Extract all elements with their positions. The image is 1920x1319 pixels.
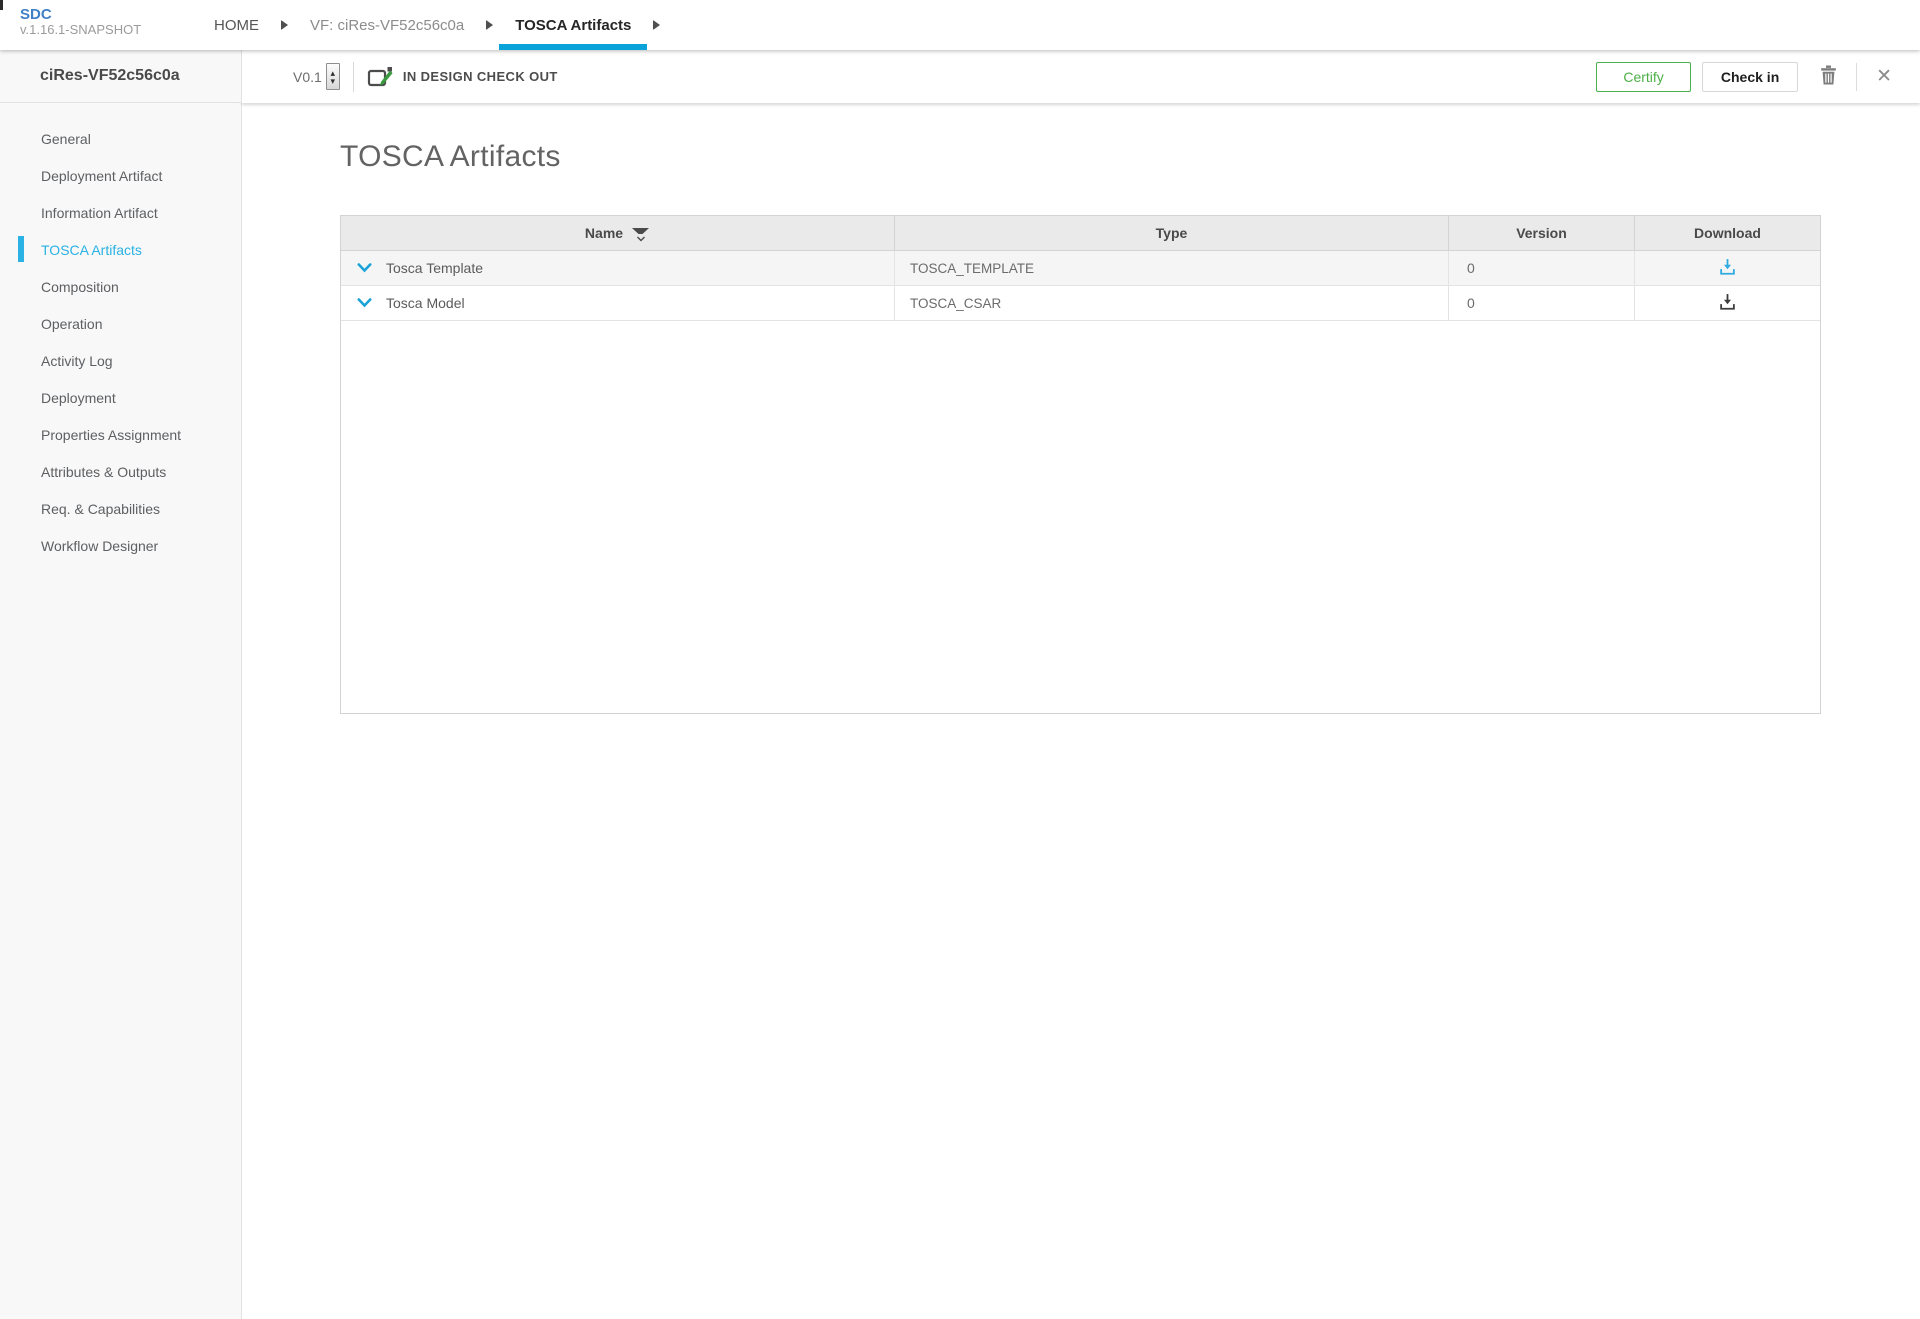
sidebar-item-workflow-designer[interactable]: Workflow Designer — [0, 527, 241, 564]
app-logo: SDC v.1.16.1-SNAPSHOT — [20, 6, 141, 38]
checkout-pencil-icon — [367, 65, 394, 89]
breadcrumb-home[interactable]: HOME — [198, 0, 275, 50]
artifact-type: TOSCA_TEMPLATE — [895, 251, 1449, 286]
sidebar-item-general[interactable]: General — [0, 120, 241, 157]
breadcrumb-tosca-artifacts[interactable]: TOSCA Artifacts — [499, 0, 647, 50]
breadcrumb-separator-icon — [653, 20, 660, 30]
sidebar-item-activity-log[interactable]: Activity Log — [0, 342, 241, 379]
sidebar-header: ciRes-VF52c56c0a — [0, 50, 242, 103]
version-label: V0.1 — [293, 69, 322, 85]
breadcrumb-separator-icon — [281, 20, 288, 30]
app-name: SDC — [20, 6, 141, 23]
download-icon — [1719, 293, 1736, 313]
download-button[interactable] — [1716, 255, 1739, 281]
table-row: Tosca Model TOSCA_CSAR 0 — [341, 286, 1820, 321]
close-button[interactable]: ✕ — [1872, 63, 1896, 90]
column-header-type: Type — [895, 216, 1449, 251]
delete-button[interactable] — [1816, 61, 1841, 92]
breadcrumb: HOME VF: ciRes-VF52c56c0a TOSCA Artifact… — [198, 0, 666, 50]
artifact-name: Tosca Template — [386, 260, 483, 276]
tosca-artifacts-table: Name Type Version Download Tosca Templat… — [340, 215, 1821, 714]
table-header-row: Name Type Version Download — [341, 216, 1820, 251]
top-navigation-bar: SDC v.1.16.1-SNAPSHOT HOME VF: ciRes-VF5… — [0, 0, 1920, 50]
download-button[interactable] — [1716, 290, 1739, 316]
sidebar-item-operation[interactable]: Operation — [0, 305, 241, 342]
sidebar-item-deployment-artifact[interactable]: Deployment Artifact — [0, 157, 241, 194]
lifecycle-status-label: IN DESIGN CHECK OUT — [403, 69, 558, 84]
sidebar-menu: General Deployment Artifact Information … — [0, 103, 242, 1319]
sidebar-item-deployment[interactable]: Deployment — [0, 379, 241, 416]
app-version: v.1.16.1-SNAPSHOT — [20, 23, 141, 38]
stepper-down-icon: ▾ — [331, 77, 336, 85]
certify-button[interactable]: Certify — [1596, 62, 1691, 92]
column-header-download: Download — [1635, 216, 1820, 251]
expand-chevron-icon[interactable] — [355, 296, 374, 310]
sidebar-item-properties-assignment[interactable]: Properties Assignment — [0, 416, 241, 453]
toolbar-divider — [1856, 63, 1857, 91]
breadcrumb-vf[interactable]: VF: ciRes-VF52c56c0a — [294, 0, 480, 50]
sort-filter-icon — [631, 227, 650, 242]
close-icon: ✕ — [1876, 67, 1892, 86]
sidebar-item-tosca-artifacts[interactable]: TOSCA Artifacts — [0, 231, 241, 268]
column-header-name[interactable]: Name — [341, 216, 895, 251]
breadcrumb-separator-icon — [486, 20, 493, 30]
trash-icon — [1820, 65, 1837, 88]
sidebar-item-composition[interactable]: Composition — [0, 268, 241, 305]
artifact-name: Tosca Model — [386, 295, 465, 311]
sidebar-item-req-capabilities[interactable]: Req. & Capabilities — [0, 490, 241, 527]
page-title: TOSCA Artifacts — [340, 140, 561, 174]
download-icon — [1719, 258, 1736, 278]
resource-name: ciRes-VF52c56c0a — [40, 67, 180, 85]
corner-mark — [0, 0, 3, 10]
artifact-version: 0 — [1449, 251, 1635, 286]
toolbar: V0.1 ▴ ▾ IN DESIGN CHECK OUT Certify Che… — [242, 50, 1920, 103]
toolbar-divider — [353, 62, 354, 92]
sidebar-item-information-artifact[interactable]: Information Artifact — [0, 194, 241, 231]
column-header-version: Version — [1449, 216, 1635, 251]
expand-chevron-icon[interactable] — [355, 261, 374, 275]
table-row: Tosca Template TOSCA_TEMPLATE 0 — [341, 251, 1820, 286]
check-in-button[interactable]: Check in — [1702, 62, 1798, 92]
artifact-version: 0 — [1449, 286, 1635, 321]
artifact-type: TOSCA_CSAR — [895, 286, 1449, 321]
sidebar-item-attributes-outputs[interactable]: Attributes & Outputs — [0, 453, 241, 490]
version-stepper[interactable]: ▴ ▾ — [326, 63, 340, 90]
